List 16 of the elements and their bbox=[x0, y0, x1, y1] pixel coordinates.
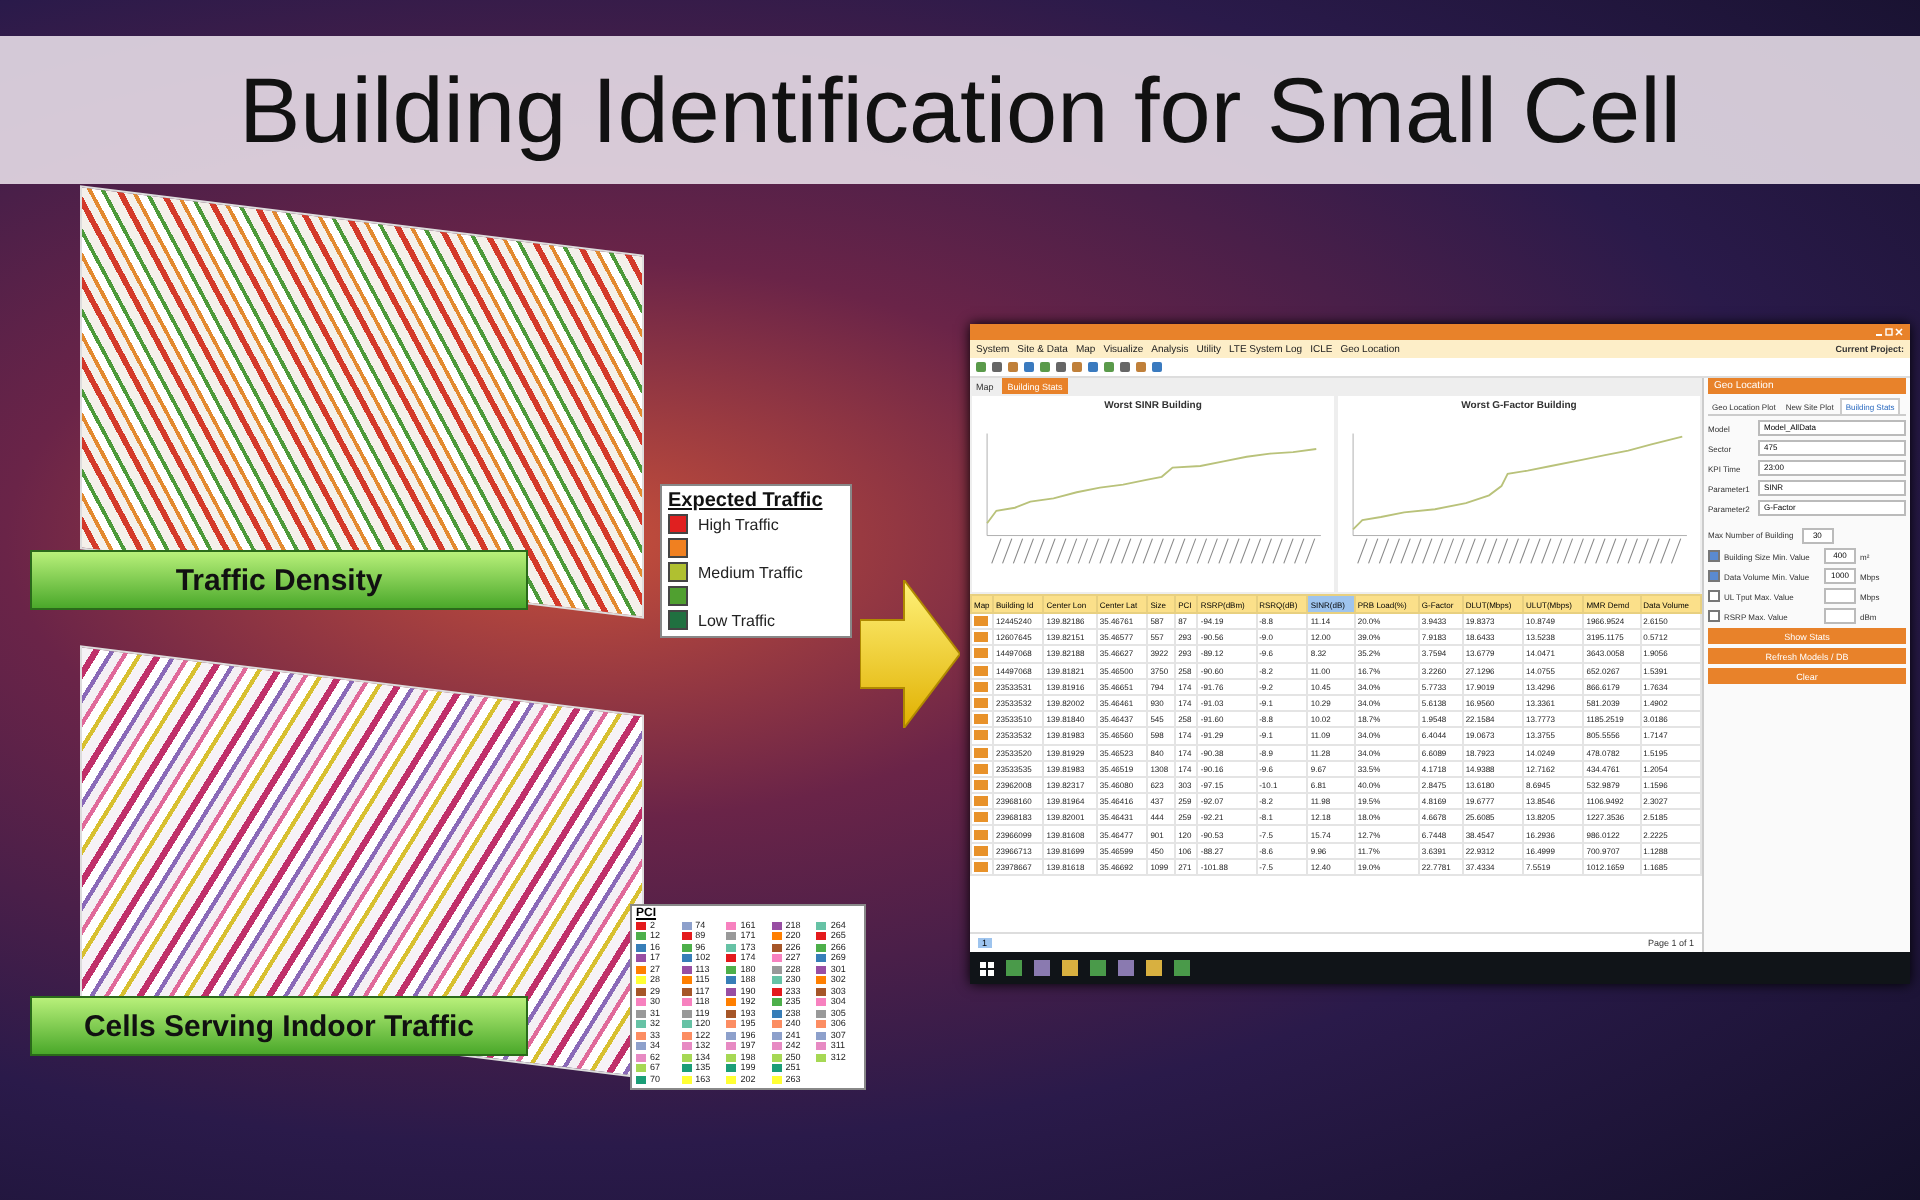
number-field[interactable] bbox=[1824, 588, 1856, 604]
legend-label: High Traffic bbox=[698, 515, 779, 533]
checkbox[interactable] bbox=[1708, 570, 1720, 582]
windows-logo-icon[interactable] bbox=[980, 961, 994, 975]
checkbox[interactable] bbox=[1708, 590, 1720, 602]
legend-label: Medium Traffic bbox=[698, 563, 803, 581]
slide-title: Building Identification for Small Cell bbox=[238, 56, 1682, 164]
checkbox[interactable] bbox=[1708, 610, 1720, 622]
map-caption: Traffic Density bbox=[30, 550, 528, 610]
legend-label: Low Traffic bbox=[698, 611, 776, 629]
number-field[interactable] bbox=[1824, 608, 1856, 624]
arrow-icon bbox=[860, 580, 960, 728]
checkbox[interactable] bbox=[1708, 550, 1720, 562]
map-caption: Cells Serving Indoor Traffic bbox=[30, 996, 528, 1056]
legend-title: Expected Traffic bbox=[668, 490, 825, 512]
window-controls-icon[interactable] bbox=[1876, 327, 1904, 337]
